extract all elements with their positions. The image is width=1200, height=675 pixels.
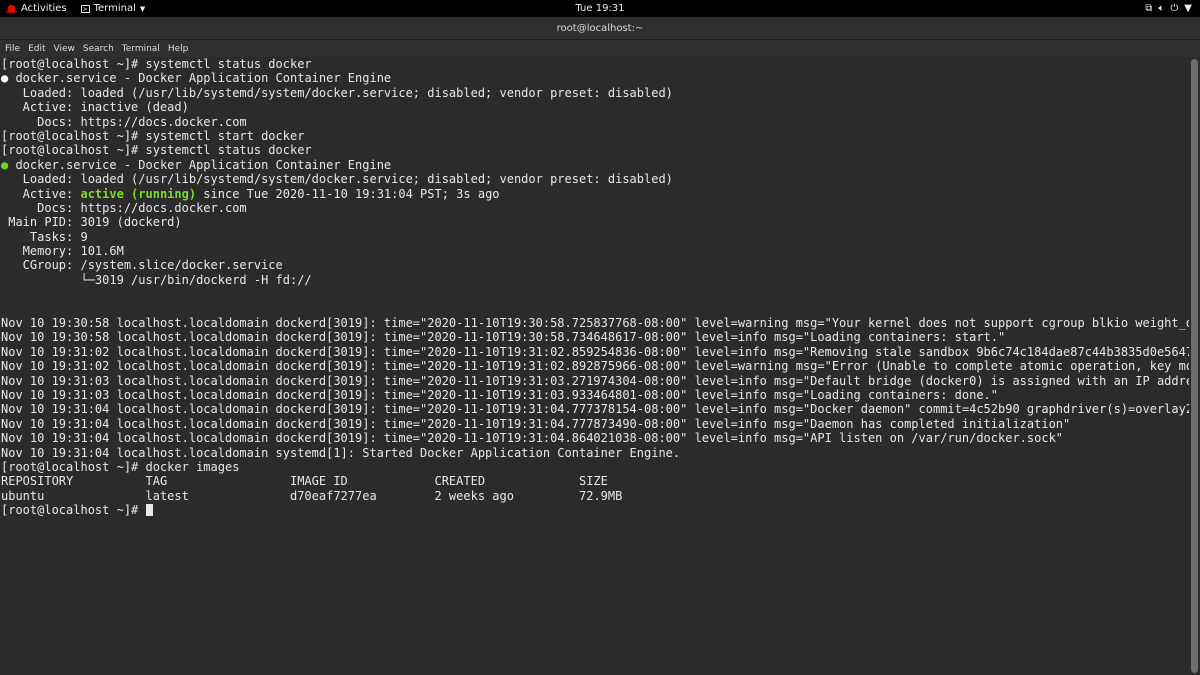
terminal-line: [root@localhost ~]# docker images <box>1 459 240 474</box>
log-line: Nov 10 19:31:02 localhost.localdomain do… <box>0 359 1189 373</box>
terminal-line: Loaded: loaded (/usr/lib/systemd/system/… <box>1 85 673 100</box>
terminal-line: ● docker.service - Docker Application Co… <box>0 71 1189 85</box>
log-text: Nov 10 19:31:04 localhost.localdomain do… <box>1 416 1071 431</box>
terminal-line: Active: inactive (dead) <box>1 100 189 115</box>
terminal-line: └─3019 /usr/bin/dockerd -H fd:// <box>1 272 312 287</box>
terminal-line: [root@localhost ~]# systemctl status doc… <box>1 143 312 158</box>
terminal-line: CGroup: /system.slice/docker.service <box>1 258 283 273</box>
log-line: Nov 10 19:31:04 localhost.localdomain do… <box>0 402 1189 416</box>
log-text: Nov 10 19:31:04 localhost.localdomain do… <box>1 431 1064 446</box>
images-table-row: ubuntu latest d70eaf7277ea 2 weeks ago 7… <box>1 488 623 503</box>
terminal-output[interactable]: [root@localhost ~]# systemctl status doc… <box>0 57 1189 675</box>
menu-help[interactable]: Help <box>168 44 194 54</box>
log-line: Nov 10 19:30:58 localhost.localdomain do… <box>0 316 1189 330</box>
log-line: Nov 10 19:31:03 localhost.localdomain do… <box>0 374 1189 388</box>
terminal-scrollbar[interactable] <box>1189 57 1200 675</box>
log-text: Nov 10 19:31:03 localhost.localdomain do… <box>1 387 998 402</box>
log-line: Nov 10 19:31:03 localhost.localdomain do… <box>0 388 1189 402</box>
log-line: Nov 10 19:31:04 localhost.localdomain do… <box>0 417 1189 431</box>
terminal-line: [root@localhost ~]# systemctl status doc… <box>1 57 312 71</box>
clock[interactable]: Tue 19:31 <box>575 3 624 14</box>
terminal-line: Active: active (running) since Tue 2020-… <box>0 187 1189 201</box>
terminal-icon: > <box>80 4 90 13</box>
log-text: Nov 10 19:31:04 localhost.localdomain do… <box>1 402 1189 417</box>
menu-terminal[interactable]: Terminal <box>122 44 165 54</box>
text-cursor <box>145 504 153 517</box>
volume-icon: 🔈︎ <box>1158 3 1165 14</box>
log-text: Nov 10 19:31:02 localhost.localdomain do… <box>1 344 1189 359</box>
menu-file[interactable]: File <box>5 44 25 54</box>
activities-button[interactable]: Activities <box>6 3 67 14</box>
system-status-area[interactable]: ⧉ 🔈︎ ⏻ ▼ <box>1145 0 1192 17</box>
activities-label: Activities <box>21 3 67 14</box>
app-menu-button[interactable]: > Terminal ▼ <box>80 3 146 14</box>
log-line: Nov 10 19:31:02 localhost.localdomain do… <box>0 345 1189 359</box>
redhat-logo-icon <box>6 4 17 13</box>
terminal-line: [root@localhost ~]# systemctl start dock… <box>1 128 305 143</box>
active-label: Active: <box>1 186 81 201</box>
shell-prompt: [root@localhost ~]# <box>1 503 146 518</box>
terminal-line: [root@localhost ~]# <box>0 503 1189 517</box>
terminal-line: Docs: https://docs.docker.com <box>1 114 247 129</box>
network-icon: ⧉ <box>1145 3 1153 14</box>
window-title: root@localhost:~ <box>556 22 644 34</box>
terminal-line: Main PID: 3019 (dockerd) <box>1 215 182 230</box>
chevron-down-icon: ▼ <box>139 4 146 13</box>
window-titlebar[interactable]: root@localhost:~ <box>0 17 1200 40</box>
system-menu-icon: ▼ <box>1184 3 1192 14</box>
service-header: docker.service - Docker Application Cont… <box>8 157 392 172</box>
gnome-top-bar: Activities > Terminal ▼ Tue 19:31 ⧉ 🔈︎ ⏻… <box>0 0 1200 17</box>
menubar: File Edit View Search Terminal Help <box>0 40 1200 57</box>
terminal-line: Memory: 101.6M <box>1 244 124 259</box>
scrollbar-thumb[interactable] <box>1191 59 1198 673</box>
log-line: Nov 10 19:30:58 localhost.localdomain do… <box>0 330 1189 344</box>
terminal-line: Loaded: loaded (/usr/lib/systemd/system/… <box>1 172 673 187</box>
menu-search[interactable]: Search <box>83 44 119 54</box>
log-text: Nov 10 19:30:58 localhost.localdomain do… <box>1 316 1189 331</box>
active-state: active (running) <box>80 186 197 201</box>
menu-view[interactable]: View <box>54 44 80 54</box>
service-header: docker.service - Docker Application Cont… <box>8 71 392 86</box>
log-text: Nov 10 19:30:58 localhost.localdomain do… <box>1 330 1006 345</box>
images-table-header: REPOSITORY TAG IMAGE ID CREATED SIZE <box>1 474 608 489</box>
app-menu-label: Terminal <box>93 3 136 14</box>
terminal-line: ● docker.service - Docker Application Co… <box>0 158 1189 172</box>
menu-edit[interactable]: Edit <box>28 44 50 54</box>
log-text: Nov 10 19:31:03 localhost.localdomain do… <box>1 373 1189 388</box>
log-line: Nov 10 19:31:04 localhost.localdomain sy… <box>0 446 1189 460</box>
terminal-line: Docs: https://docs.docker.com <box>1 200 247 215</box>
active-since: since Tue 2020-11-10 19:31:04 PST; 3s ag… <box>196 186 500 201</box>
power-icon: ⏻ <box>1170 3 1179 14</box>
log-text: Nov 10 19:31:02 localhost.localdomain do… <box>1 359 1189 374</box>
log-text: Nov 10 19:31:04 localhost.localdomain sy… <box>1 445 681 460</box>
terminal-line: Tasks: 9 <box>1 229 88 244</box>
log-line: Nov 10 19:31:04 localhost.localdomain do… <box>0 431 1189 445</box>
